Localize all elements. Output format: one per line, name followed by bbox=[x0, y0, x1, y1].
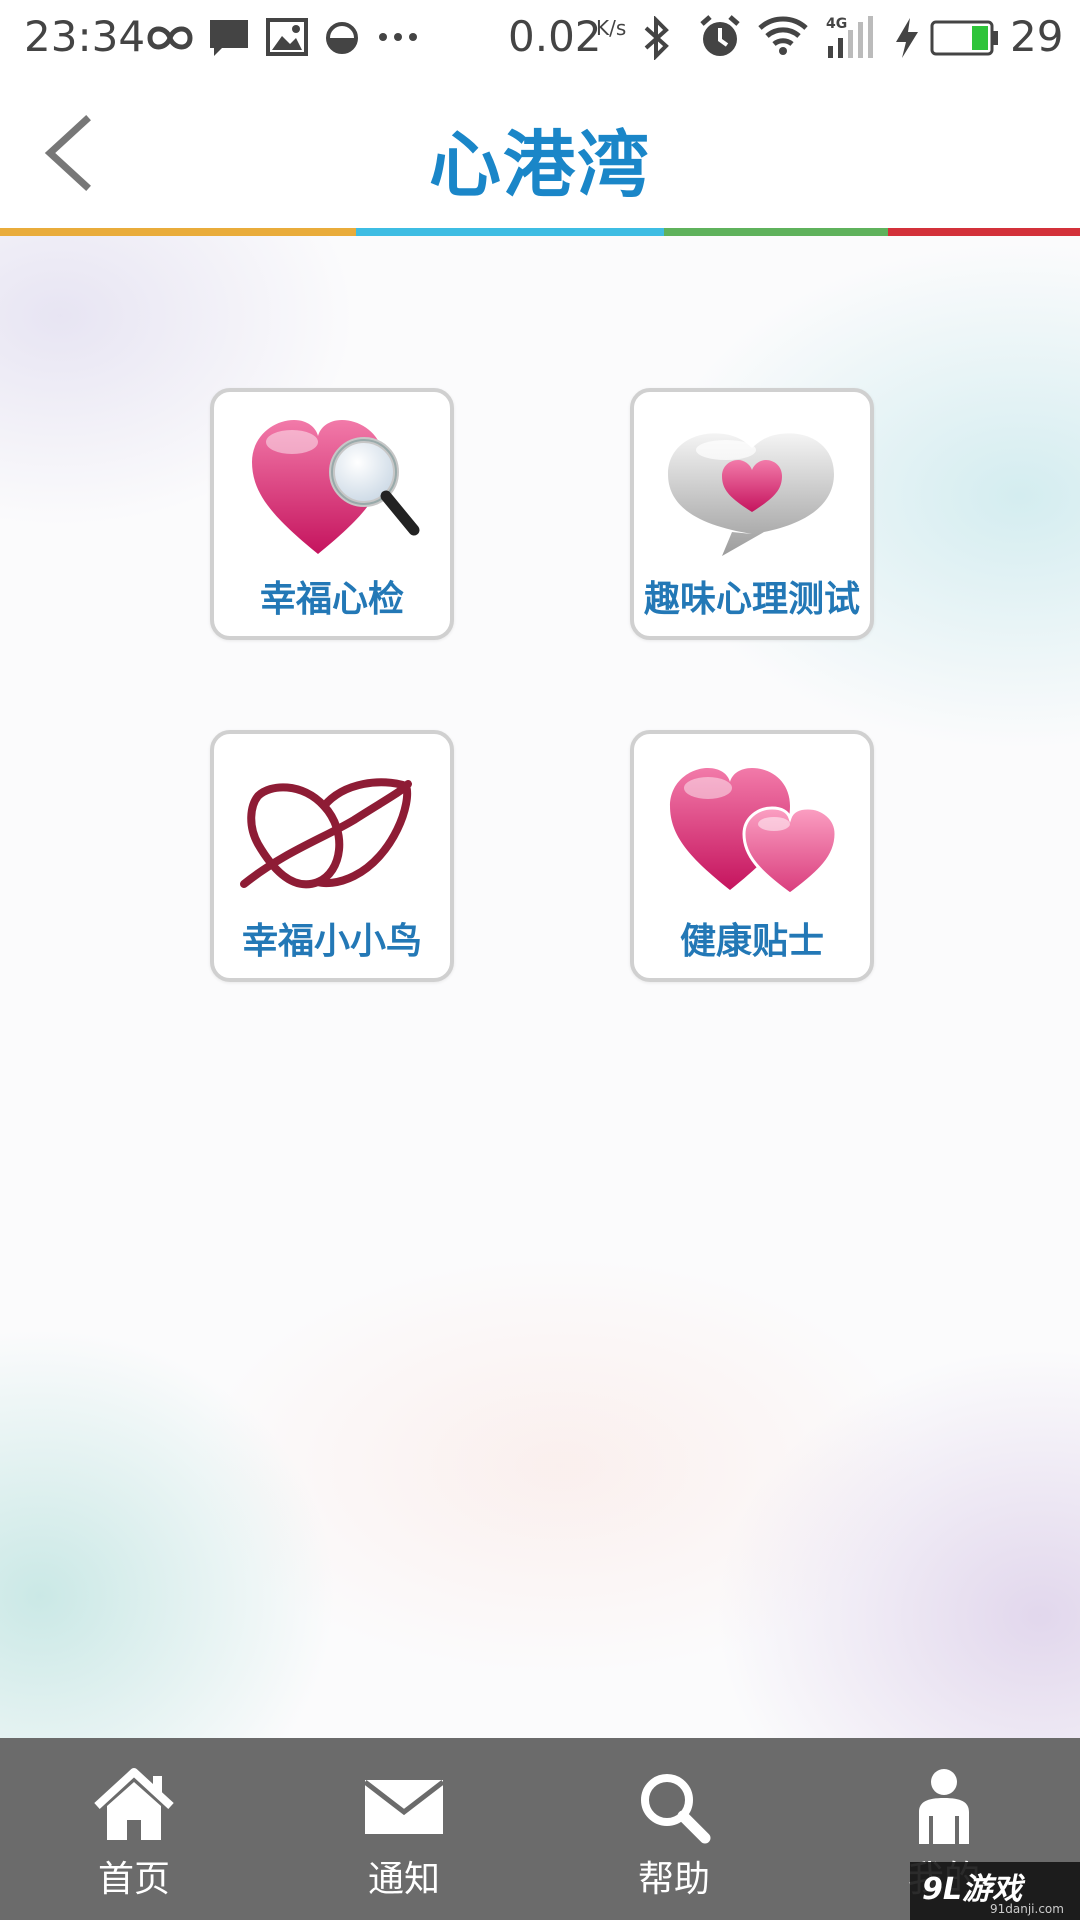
alarm-icon bbox=[700, 15, 740, 56]
bluetooth-icon bbox=[644, 16, 669, 60]
message-icon bbox=[210, 20, 248, 56]
nav-help[interactable]: 帮助 bbox=[574, 1738, 774, 1920]
battery-icon bbox=[930, 20, 998, 56]
header: 心港湾 bbox=[0, 76, 1080, 228]
wifi-icon bbox=[758, 16, 808, 55]
watermark: 9L游戏 91danji.com bbox=[910, 1862, 1080, 1920]
tile-label: 健康贴士 bbox=[679, 921, 824, 962]
main-content: 幸福心检 趣味心理测试 幸福小小鸟 健康贴士 bbox=[0, 236, 1080, 1738]
charging-icon bbox=[896, 18, 918, 58]
image-icon bbox=[266, 18, 308, 56]
heart-speech-bubble-icon bbox=[668, 433, 834, 556]
app-screen: 23:34 0.02 K/s 4G 29 心港湾 幸福心检 趣味心理测试 幸福小… bbox=[0, 0, 1080, 1920]
stripe-green bbox=[664, 228, 888, 236]
tile-label: 幸福小小鸟 bbox=[241, 921, 422, 962]
tile-label: 幸福心检 bbox=[259, 579, 404, 620]
nav-home[interactable]: 首页 bbox=[34, 1738, 234, 1920]
stripe-blue bbox=[356, 228, 664, 236]
nav-label: 帮助 bbox=[637, 1859, 710, 1900]
nav-label: 首页 bbox=[97, 1859, 170, 1900]
infinity-icon bbox=[147, 26, 193, 50]
stripe-red bbox=[888, 228, 1080, 236]
net-speed-unit: K/s bbox=[596, 16, 627, 40]
tile-happy-bird[interactable]: 幸福小小鸟 bbox=[210, 730, 454, 982]
heart-magnifier-icon bbox=[252, 420, 420, 554]
heart-bird-icon bbox=[240, 778, 412, 889]
net-speed: 0.02 bbox=[508, 12, 602, 61]
color-stripe bbox=[0, 228, 1080, 236]
status-left-icons bbox=[147, 18, 358, 56]
search-icon bbox=[641, 1774, 711, 1844]
stripe-orange bbox=[0, 228, 356, 236]
page-title: 心港湾 bbox=[428, 123, 651, 207]
double-heart-icon bbox=[670, 768, 838, 896]
home-icon bbox=[94, 1768, 174, 1840]
signal-icon: 4G bbox=[826, 16, 886, 60]
tile-psych-test[interactable]: 趣味心理测试 bbox=[630, 388, 874, 640]
tile-health-tips[interactable]: 健康贴士 bbox=[630, 730, 874, 982]
envelope-icon bbox=[363, 1780, 445, 1834]
nav-notifications[interactable]: 通知 bbox=[304, 1738, 504, 1920]
status-bar: 23:34 0.02 K/s 4G 29 bbox=[0, 0, 1080, 76]
tile-happiness-check[interactable]: 幸福心检 bbox=[210, 388, 454, 640]
user-icon bbox=[919, 1769, 969, 1844]
status-time: 23:34 bbox=[24, 12, 146, 61]
tile-label: 趣味心理测试 bbox=[643, 579, 860, 620]
battery-level: 29 bbox=[1010, 12, 1064, 61]
half-circle-icon bbox=[326, 22, 358, 54]
nav-label: 通知 bbox=[367, 1859, 440, 1900]
more-icon bbox=[379, 33, 417, 41]
watermark-site: 91danji.com bbox=[990, 1902, 1064, 1916]
